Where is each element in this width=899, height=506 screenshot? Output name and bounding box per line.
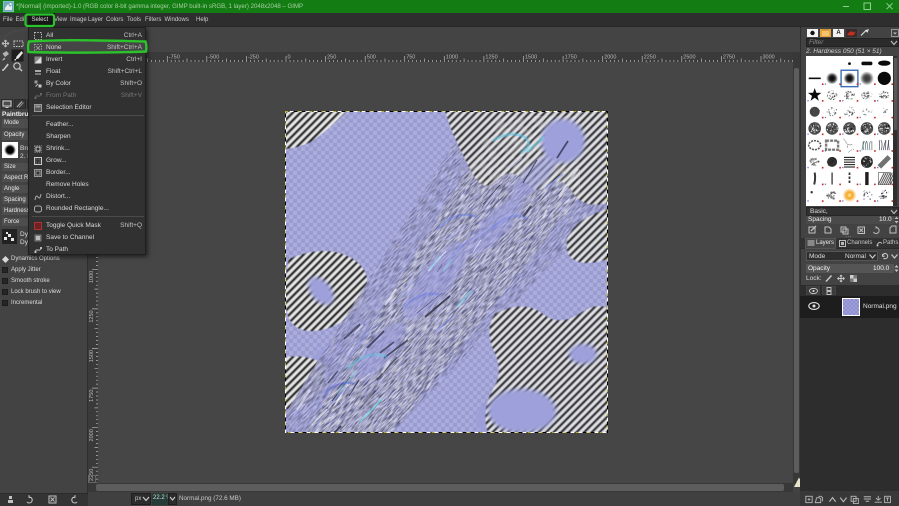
- svg-text:1500: 1500: [89, 350, 95, 362]
- svg-text:1750: 1750: [89, 390, 95, 402]
- svg-text:1000: 1000: [89, 271, 95, 283]
- svg-text:1000: 1000: [446, 55, 458, 61]
- svg-text:750: 750: [406, 55, 415, 61]
- svg-text:3000: 3000: [763, 55, 775, 61]
- svg-text:-500: -500: [208, 55, 219, 61]
- svg-text:2250: 2250: [644, 55, 656, 61]
- svg-text:0: 0: [288, 55, 291, 61]
- svg-text:2750: 2750: [723, 55, 735, 61]
- svg-text:1500: 1500: [525, 55, 537, 61]
- svg-text:250: 250: [327, 55, 336, 61]
- svg-text:500: 500: [367, 55, 376, 61]
- svg-text:2000: 2000: [89, 429, 95, 441]
- svg-text:1250: 1250: [89, 310, 95, 322]
- svg-text:2000: 2000: [604, 55, 616, 61]
- svg-text:-250: -250: [248, 55, 259, 61]
- svg-text:2500: 2500: [683, 55, 695, 61]
- svg-text:1750: 1750: [565, 55, 577, 61]
- svg-text:1250: 1250: [485, 55, 497, 61]
- svg-text:-750: -750: [169, 55, 180, 61]
